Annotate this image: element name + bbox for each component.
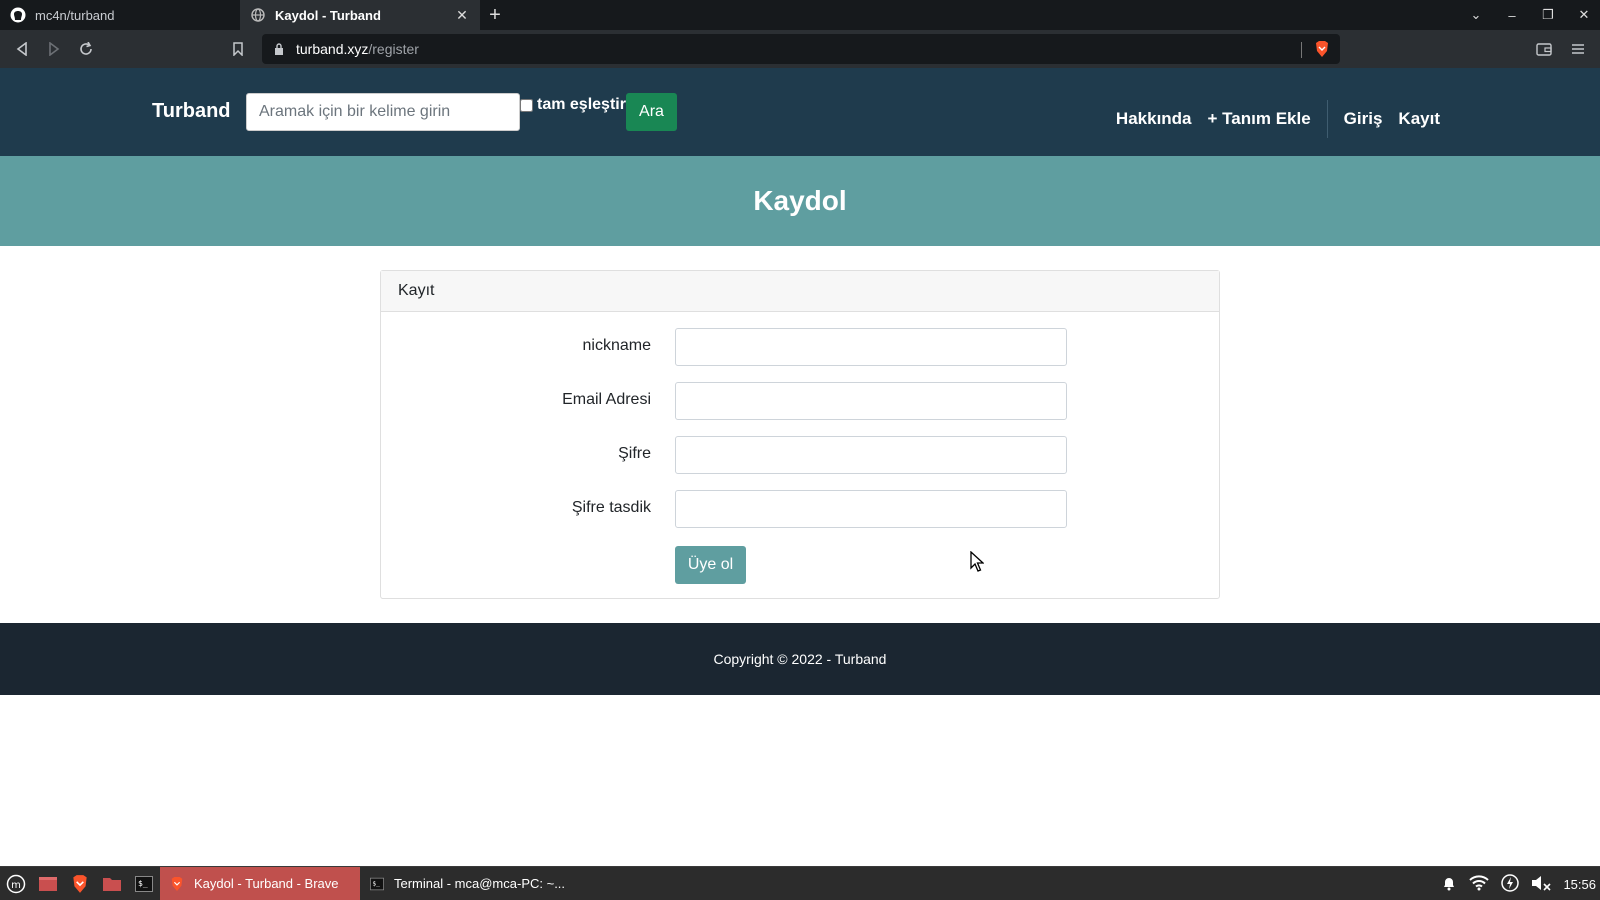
tab-kaydol[interactable]: Kaydol - Turband ✕	[240, 0, 480, 30]
exact-match-label: tam eşleştir	[537, 96, 626, 113]
search-input[interactable]	[246, 93, 520, 131]
start-menu-icon[interactable]: m	[0, 867, 32, 900]
site-navbar: Turband tam eşleştir Ara Hakkında + Tanı…	[0, 68, 1600, 156]
password-field[interactable]	[675, 436, 1067, 474]
card-header: Kayıt	[381, 271, 1219, 312]
tab-list-icon[interactable]: ⌄	[1468, 7, 1484, 23]
task-label: Kaydol - Turband - Brave	[194, 876, 339, 891]
password-row: Şifre	[381, 436, 1221, 474]
restore-icon[interactable]: ❐	[1540, 7, 1556, 23]
taskbar-task-terminal[interactable]: $_ Terminal - mca@mca-PC: ~...	[360, 867, 575, 900]
password-confirm-label: Şifre tasdik	[571, 499, 651, 516]
password-confirm-field[interactable]	[675, 490, 1067, 528]
nickname-field[interactable]	[675, 328, 1067, 366]
close-window-icon[interactable]: ✕	[1576, 7, 1592, 23]
address-bar[interactable]: turband.xyz/register	[262, 34, 1340, 64]
reload-icon[interactable]	[70, 33, 102, 65]
url-divider	[1301, 42, 1302, 58]
url-host: turband.xyz	[296, 41, 369, 57]
nav-login-link[interactable]: Giriş	[1344, 109, 1383, 129]
nav-links: Hakkında + Tanım Ekle Giriş Kayıt	[1116, 100, 1440, 138]
lock-icon	[275, 43, 283, 55]
browser-toolbar: turband.xyz/register	[0, 30, 1600, 68]
register-card: Kayıt nickname Email Adresi Şifre Şifre …	[380, 270, 1220, 599]
globe-icon	[250, 7, 266, 23]
email-field[interactable]	[675, 382, 1067, 420]
svg-text:m: m	[11, 880, 21, 891]
exact-match-option[interactable]: tam eşleştir	[520, 96, 626, 114]
page-banner: Kaydol	[0, 156, 1600, 246]
exact-match-checkbox[interactable]	[520, 98, 533, 112]
bookmark-icon[interactable]	[222, 33, 254, 65]
terminal-icon: $_	[370, 877, 384, 891]
forward-icon[interactable]	[38, 33, 70, 65]
copyright-text: Copyright © 2022 - Turband	[713, 651, 887, 667]
power-icon[interactable]	[1501, 873, 1520, 895]
menu-icon[interactable]	[1562, 33, 1594, 65]
files-launcher-icon[interactable]	[96, 867, 128, 900]
nickname-row: nickname	[381, 328, 1221, 366]
os-taskbar: m $_ Kaydol - Turband - Brave $_ Termina…	[0, 866, 1600, 900]
github-icon	[10, 7, 26, 23]
browser-tab-strip: mc4n/turband Kaydol - Turband ✕ + ⌄ – ❐ …	[0, 0, 1600, 30]
task-label: Terminal - mca@mca-PC: ~...	[394, 876, 566, 891]
nav-register-link[interactable]: Kayıt	[1398, 109, 1440, 129]
email-row: Email Adresi	[381, 382, 1221, 420]
search-button[interactable]: Ara	[626, 93, 677, 131]
brave-icon	[170, 876, 184, 892]
clock[interactable]: 15:56	[1563, 877, 1596, 892]
nav-add-definition-link[interactable]: + Tanım Ekle	[1208, 109, 1311, 129]
signup-button[interactable]: Üye ol	[675, 546, 746, 584]
taskbar-task-brave[interactable]: Kaydol - Turband - Brave	[160, 866, 360, 900]
tab-github[interactable]: mc4n/turband	[0, 0, 240, 30]
password-confirm-row: Şifre tasdik	[381, 490, 1221, 528]
new-tab-icon[interactable]: +	[480, 0, 510, 30]
nickname-label: nickname	[582, 337, 651, 354]
nav-about-link[interactable]: Hakkında	[1116, 109, 1192, 129]
notifications-icon[interactable]	[1441, 875, 1457, 894]
brave-shield-icon[interactable]	[1314, 40, 1330, 61]
tab-title: Kaydol - Turband	[275, 7, 381, 23]
svg-text:$_: $_	[138, 879, 148, 888]
url-path: /register	[368, 41, 419, 57]
show-desktop-icon[interactable]	[32, 867, 64, 900]
email-label: Email Adresi	[562, 391, 651, 408]
site-brand[interactable]: Turband	[152, 100, 231, 123]
minimize-icon[interactable]: –	[1504, 8, 1520, 23]
back-icon[interactable]	[6, 33, 38, 65]
site-footer: Copyright © 2022 - Turband	[0, 623, 1600, 695]
nav-divider	[1326, 100, 1328, 138]
svg-text:$_: $_	[372, 880, 380, 887]
close-icon[interactable]: ✕	[454, 7, 470, 23]
wallet-icon[interactable]	[1528, 33, 1560, 65]
password-label: Şifre	[618, 445, 651, 462]
mouse-cursor-icon	[970, 551, 984, 572]
volume-muted-icon[interactable]	[1531, 875, 1552, 894]
tab-title: mc4n/turband	[35, 7, 115, 23]
wifi-icon[interactable]	[1469, 874, 1490, 894]
system-tray: 15:56	[1441, 867, 1596, 900]
terminal-launcher-icon[interactable]: $_	[128, 867, 160, 900]
brave-launcher-icon[interactable]	[64, 867, 96, 900]
window-controls: ⌄ – ❐ ✕	[1468, 0, 1592, 30]
page-title: Kaydol	[753, 185, 847, 216]
